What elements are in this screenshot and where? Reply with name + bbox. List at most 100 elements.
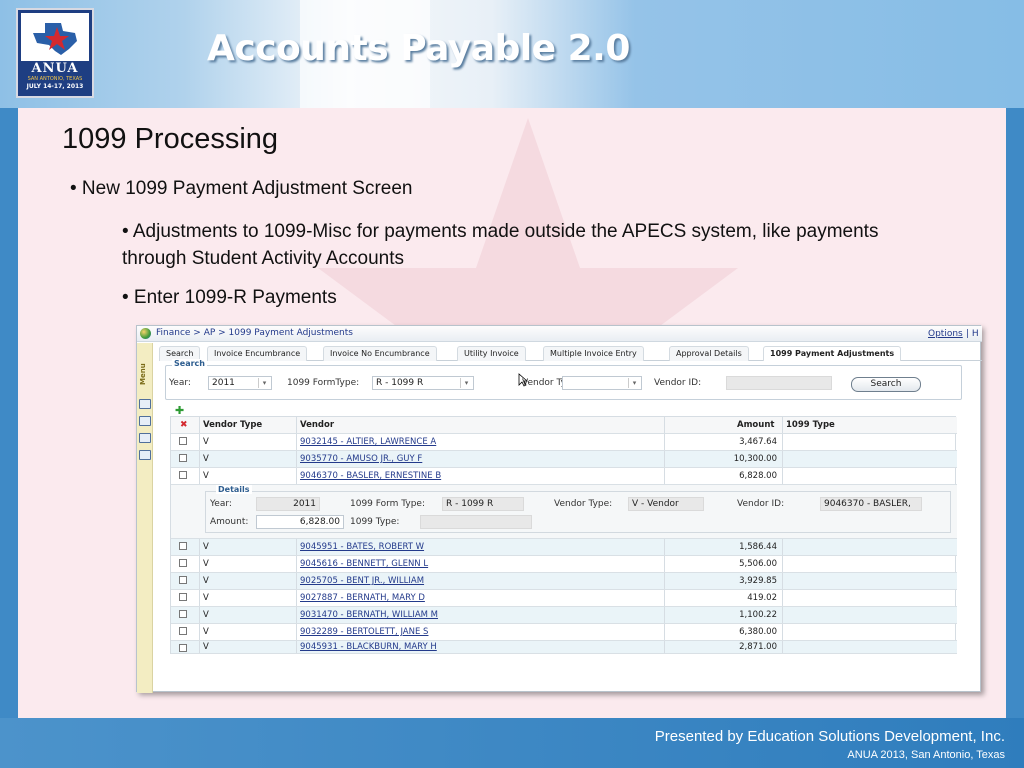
help-link[interactable]: | H <box>966 329 979 339</box>
row-checkbox[interactable] <box>179 644 187 652</box>
content-panel: 1099 Processing • New 1099 Payment Adjus… <box>18 108 1006 718</box>
details-1099type-label: 1099 Type: <box>350 517 400 527</box>
search-panel: Search Year: 2011 ▾ 1099 FormType: R - 1… <box>165 359 962 400</box>
details-year-label: Year: <box>210 499 232 509</box>
table-row[interactable]: V 9025705 - BENT JR., WILLIAM 3,929.85 <box>171 573 957 590</box>
row-checkbox[interactable] <box>179 454 187 462</box>
tab-bar: Search Invoice Encumbrance Invoice No En… <box>159 346 982 361</box>
menu-toggle[interactable]: Menu <box>139 359 151 389</box>
row-vendor-link[interactable]: 9035770 - AMUSO JR., GUY F <box>300 454 422 464</box>
attachment-icon[interactable] <box>139 450 151 460</box>
row-vendor-type: V <box>203 593 209 603</box>
options-link[interactable]: Options <box>928 329 963 339</box>
row-amount: 3,467.64 <box>739 437 777 447</box>
col-vendor-type[interactable]: Vendor Type <box>203 420 262 430</box>
year-select[interactable]: 2011 ▾ <box>208 376 272 390</box>
logo-dates: JULY 14-17, 2013 <box>26 83 84 90</box>
table-row[interactable]: V 9027887 - BERNATH, MARY D 419.02 <box>171 590 957 607</box>
tab-multiple-invoice-entry[interactable]: Multiple Invoice Entry <box>543 346 644 361</box>
row-checkbox[interactable] <box>179 437 187 445</box>
table-row[interactable]: V 9045616 - BENNETT, GLENN L 5,506.00 <box>171 556 957 573</box>
texas-star-icon <box>33 23 77 55</box>
tab-utility-invoice[interactable]: Utility Invoice <box>457 346 526 361</box>
delete-icon[interactable]: ✖ <box>180 420 188 430</box>
details-vendorid-field[interactable]: 9046370 - BASLER, <box>820 497 922 511</box>
row-details-panel: Details Year: 2011 1099 Form Type: R - 1… <box>171 485 957 539</box>
details-vendortype-field[interactable]: V - Vendor <box>628 497 704 511</box>
payment-adjustment-window: Finance > AP > 1099 Payment Adjustments … <box>136 325 982 693</box>
chevron-down-icon: ▾ <box>460 378 472 388</box>
vendorid-label: Vendor ID: <box>654 378 702 388</box>
footer-event: ANUA 2013, San Antonio, Texas <box>847 749 1005 761</box>
year-value: 2011 <box>212 378 235 388</box>
details-formtype-field[interactable]: R - 1099 R <box>442 497 524 511</box>
row-vendor-link[interactable]: 9025705 - BENT JR., WILLIAM <box>300 576 424 586</box>
row-vendor-type: V <box>203 471 209 481</box>
table-row[interactable]: V 9045931 - BLACKBURN, MARY H 2,871.00 <box>171 641 957 654</box>
tab-invoice-encumbrance[interactable]: Invoice Encumbrance <box>207 346 308 361</box>
row-amount: 419.02 <box>747 593 777 603</box>
side-menu: Menu <box>137 343 153 693</box>
globe-icon <box>140 328 151 339</box>
row-vendor-type: V <box>203 627 209 637</box>
row-amount: 6,828.00 <box>739 471 777 481</box>
row-vendor-link[interactable]: 9046370 - BASLER, ERNESTINE B <box>300 471 441 481</box>
row-checkbox[interactable] <box>179 627 187 635</box>
row-vendor-link[interactable]: 9032289 - BERTOLETT, JANE S <box>300 627 428 637</box>
table-row[interactable]: V 9046370 - BASLER, ERNESTINE B 6,828.00 <box>171 468 957 485</box>
row-vendor-link[interactable]: 9045951 - BATES, ROBERT W <box>300 542 424 552</box>
report-icon[interactable] <box>139 416 151 426</box>
section-heading: 1099 Processing <box>62 123 279 155</box>
add-icon[interactable]: ✚ <box>175 405 185 416</box>
row-checkbox[interactable] <box>179 471 187 479</box>
table-row[interactable]: V 9031470 - BERNATH, WILLIAM M 1,100.22 <box>171 607 957 624</box>
col-amount[interactable]: Amount <box>737 420 774 430</box>
col-1099-type[interactable]: 1099 Type <box>786 420 835 430</box>
row-checkbox[interactable] <box>179 593 187 601</box>
details-1099type-field[interactable] <box>420 515 532 529</box>
row-vendor-type: V <box>203 610 209 620</box>
row-checkbox[interactable] <box>179 610 187 618</box>
bullet-new-screen: • New 1099 Payment Adjustment Screen <box>70 178 413 199</box>
tab-approval-details[interactable]: Approval Details <box>669 346 749 361</box>
details-amount-input[interactable]: 6,828.00 <box>256 515 344 529</box>
row-amount: 1,100.22 <box>739 610 777 620</box>
vendortype-select[interactable]: ▾ <box>562 376 642 390</box>
vendorid-input[interactable] <box>726 376 832 390</box>
export-icon[interactable] <box>139 433 151 443</box>
row-vendor-type: V <box>203 576 209 586</box>
details-formtype-label: 1099 Form Type: <box>350 499 426 509</box>
adjustments-grid: ✖ Vendor Type Vendor Amount 1099 Type V … <box>170 416 957 654</box>
row-checkbox[interactable] <box>179 576 187 584</box>
breadcrumb[interactable]: Finance > AP > 1099 Payment Adjustments <box>156 328 353 338</box>
row-vendor-type: V <box>203 642 209 652</box>
slide-right-border <box>1006 108 1024 718</box>
row-vendor-link[interactable]: 9031470 - BERNATH, WILLIAM M <box>300 610 438 620</box>
year-label: Year: <box>169 378 191 388</box>
row-amount: 10,300.00 <box>733 454 777 464</box>
grid-header: ✖ Vendor Type Vendor Amount 1099 Type <box>171 417 957 434</box>
formtype-select[interactable]: R - 1099 R ▾ <box>372 376 474 390</box>
row-vendor-link[interactable]: 9045931 - BLACKBURN, MARY H <box>300 642 437 652</box>
row-vendor-link[interactable]: 9045616 - BENNETT, GLENN L <box>300 559 428 569</box>
row-vendor-link[interactable]: 9032145 - ALTIER, LAWRENCE A <box>300 437 436 447</box>
tab-invoice-no-encumbrance[interactable]: Invoice No Encumbrance <box>323 346 437 361</box>
chevron-down-icon: ▾ <box>628 378 640 388</box>
row-checkbox[interactable] <box>179 542 187 550</box>
table-row[interactable]: V 9032145 - ALTIER, LAWRENCE A 3,467.64 <box>171 434 957 451</box>
print-icon[interactable] <box>139 399 151 409</box>
row-vendor-type: V <box>203 454 209 464</box>
row-checkbox[interactable] <box>179 559 187 567</box>
table-row[interactable]: V 9032289 - BERTOLETT, JANE S 6,380.00 <box>171 624 957 641</box>
table-row[interactable]: V 9035770 - AMUSO JR., GUY F 10,300.00 <box>171 451 957 468</box>
details-year-field[interactable]: 2011 <box>256 497 320 511</box>
col-vendor[interactable]: Vendor <box>300 420 334 430</box>
tab-1099-payment-adjustments[interactable]: 1099 Payment Adjustments <box>763 346 902 361</box>
chevron-down-icon: ▾ <box>258 378 270 388</box>
row-vendor-link[interactable]: 9027887 - BERNATH, MARY D <box>300 593 425 603</box>
table-row[interactable]: V 9045951 - BATES, ROBERT W 1,586.44 <box>171 539 957 556</box>
footer-presenter: Presented by Education Solutions Develop… <box>654 728 1005 745</box>
row-vendor-type: V <box>203 542 209 552</box>
search-button[interactable]: Search <box>851 377 921 392</box>
row-amount: 6,380.00 <box>739 627 777 637</box>
